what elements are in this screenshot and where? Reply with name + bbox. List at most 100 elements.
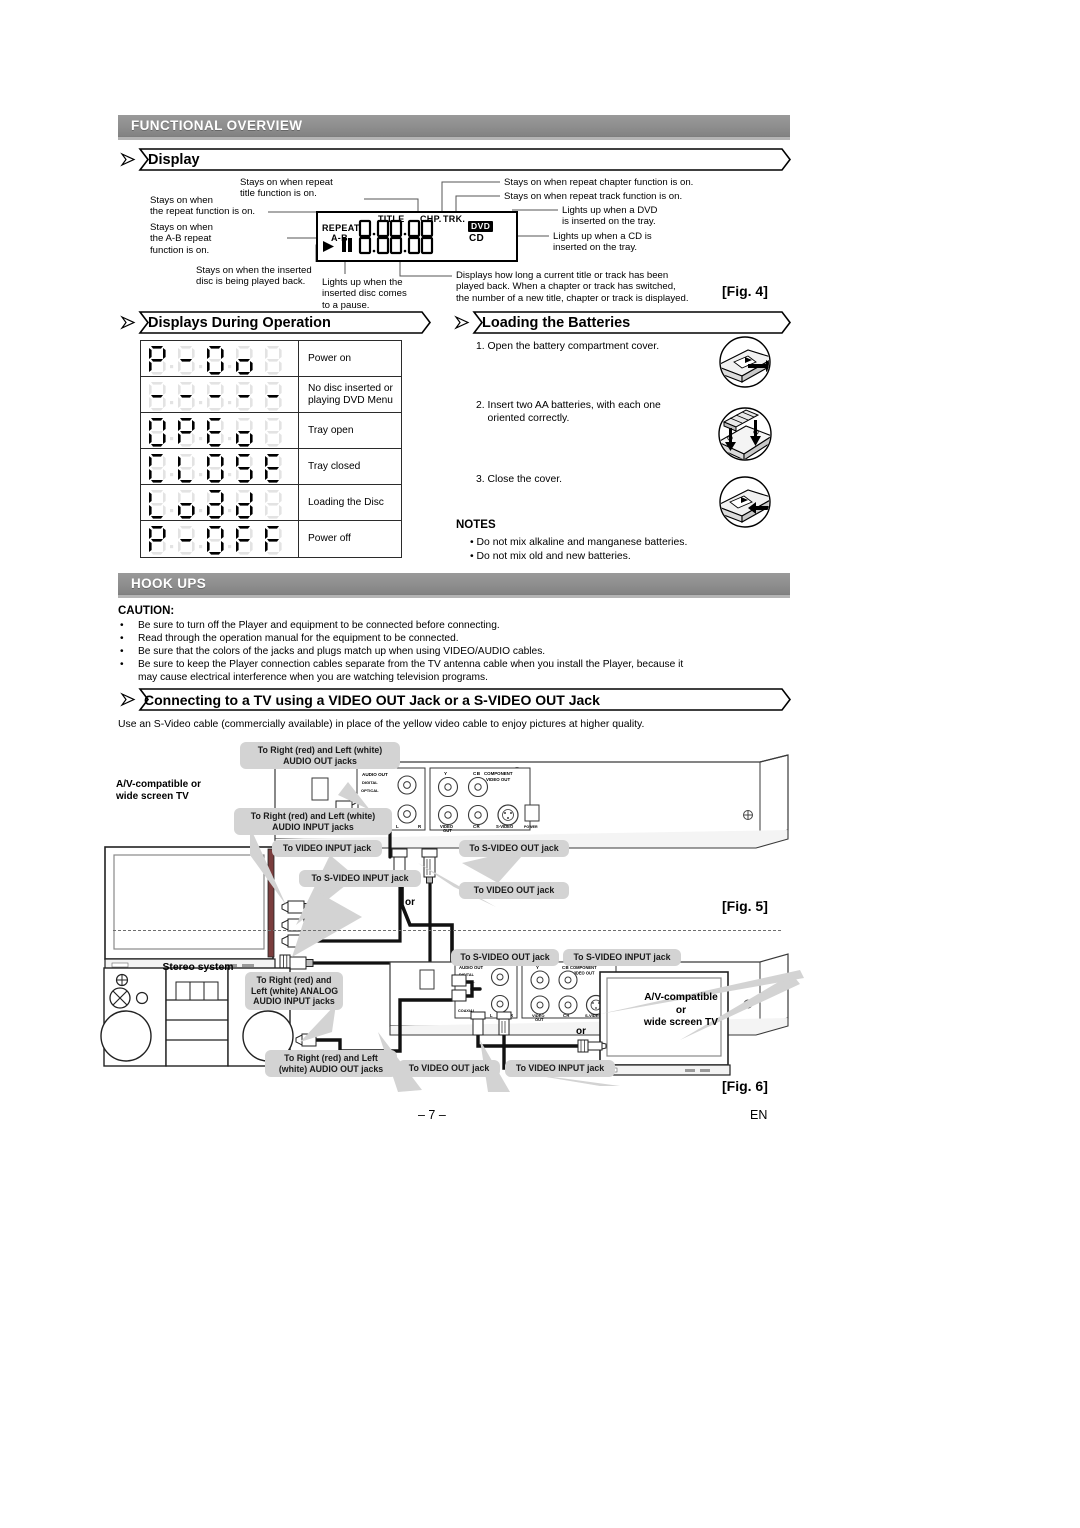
- callout-pause: Lights up when the inserted disc comes t…: [322, 277, 407, 311]
- figure-label-5: [Fig. 5]: [722, 898, 768, 914]
- fig5-callout-video-out: To VIDEO OUT jack: [459, 882, 569, 899]
- svg-text:C B: C B: [473, 771, 481, 776]
- manual-page: FUNCTIONAL OVERVIEW Display Stays on whe…: [0, 0, 1080, 1528]
- subheader-label: Loading the Batteries: [482, 314, 631, 331]
- fig6-callout-analog-audio-input: To Right (red) and Left (white) ANALOG A…: [245, 972, 343, 1010]
- fig5-callout-video-input: To VIDEO INPUT jack: [272, 840, 382, 857]
- subheader-label: Displays During Operation: [148, 314, 331, 331]
- svg-text:COMPONENT: COMPONENT: [484, 771, 513, 776]
- figure-separator: [113, 930, 781, 931]
- table-cell-label: Power off: [308, 533, 351, 544]
- svg-text:POWER: POWER: [524, 825, 538, 829]
- svg-text:C R: C R: [473, 824, 481, 829]
- caution-item-1: Be sure to turn off the Player and equip…: [138, 620, 500, 631]
- battery-illustration-insert-batteries: [718, 407, 772, 461]
- figure-label-4: [Fig. 4]: [722, 283, 768, 299]
- svg-text:Y: Y: [444, 771, 447, 776]
- fig5-callout-svideo-out: To S-VIDEO OUT jack: [459, 840, 569, 857]
- table-cell-label: No disc inserted or playing DVD Menu: [308, 382, 393, 406]
- svg-text:Y: Y: [536, 965, 539, 970]
- fig5-or-label: or: [405, 897, 415, 908]
- section-header-hook-ups: HOOK UPS: [118, 573, 790, 594]
- battery-step-2: 2. Insert two AA batteries, with each on…: [476, 400, 661, 424]
- display-time-digits: [358, 219, 434, 255]
- fig6-callout-audio-out: To Right (red) and Left (white) AUDIO OU…: [265, 1050, 397, 1078]
- caution-title: CAUTION:: [118, 605, 175, 617]
- table-cell-label: Power on: [308, 352, 352, 364]
- display-label-repeat: REPEAT: [322, 223, 360, 233]
- callout-ab-repeat: Stays on when the A-B repeat function is…: [150, 222, 213, 256]
- table-row: No disc inserted or playing DVD Menu: [141, 377, 401, 413]
- svg-text:AUDIO OUT: AUDIO OUT: [459, 965, 483, 970]
- battery-notes-title: NOTES: [456, 519, 496, 531]
- svg-text:S-VIDEO: S-VIDEO: [585, 1013, 601, 1018]
- bullet: •: [120, 646, 124, 657]
- subheader-displays-during-operation: Displays During Operation: [118, 310, 432, 335]
- section-header-functional-overview: FUNCTIONAL OVERVIEW: [118, 115, 790, 136]
- displays-during-operation-table: Power on No disc inserted or playing DVD…: [140, 340, 402, 558]
- segment-display-cell: [141, 521, 299, 557]
- battery-illustration-open-cover: [719, 336, 771, 388]
- fig6-callout-video-input: To VIDEO INPUT jack: [505, 1060, 615, 1077]
- page-language: EN: [750, 1108, 768, 1122]
- bullet: •: [120, 620, 124, 631]
- bullet: •: [120, 633, 124, 644]
- svg-text:COMPONENT: COMPONENT: [570, 965, 597, 970]
- svg-text:S-VIDEO: S-VIDEO: [496, 824, 514, 829]
- figure-label-6: [Fig. 6]: [722, 1078, 768, 1094]
- svg-text:L: L: [490, 1013, 493, 1018]
- svg-text:C B: C B: [562, 965, 569, 970]
- fig5-callout-audio-input: To Right (red) and Left (white) AUDIO IN…: [234, 808, 392, 836]
- segment-display-cell: [141, 449, 299, 484]
- callout-time-display: Displays how long a current title or tra…: [456, 270, 689, 304]
- subheader-loading-the-batteries: Loading the Batteries: [452, 310, 792, 335]
- bullet: •: [120, 659, 124, 670]
- page-number: – 7 –: [418, 1108, 446, 1122]
- seg7-load: [148, 489, 282, 519]
- svg-text:AUDIO OUT: AUDIO OUT: [362, 772, 388, 777]
- callout-repeat-track: Stays on when repeat track function is o…: [504, 191, 683, 202]
- table-row: Tray open: [141, 413, 401, 449]
- table-row: Loading the Disc: [141, 485, 401, 521]
- subheader-label: Display: [148, 151, 200, 168]
- seg7-p-off: [148, 526, 282, 555]
- table-cell-label: Loading the Disc: [308, 496, 384, 508]
- display-label-cd: CD: [469, 233, 485, 244]
- table-row: Power on: [141, 341, 401, 377]
- section-title: FUNCTIONAL OVERVIEW: [131, 118, 303, 133]
- figure-5-diagram: AUDIO OUT DIGITAL OPTICAL COAXIAL L R CO…: [104, 754, 789, 987]
- svg-text:DIGITAL: DIGITAL: [362, 780, 378, 785]
- fig6-callout-svideo-input: To S-VIDEO INPUT jack: [563, 949, 681, 966]
- battery-illustration-close-cover: [719, 476, 771, 528]
- callout-repeat-function: Stays on when the repeat function is on.: [150, 195, 256, 218]
- fig6-callout-svideo-out: To S-VIDEO OUT jack: [451, 949, 559, 966]
- section-title: HOOK UPS: [131, 576, 207, 591]
- segment-display-cell: [141, 485, 299, 520]
- battery-step-1: 1. Open the battery compartment cover.: [476, 341, 660, 352]
- section-header-underline: [118, 136, 790, 140]
- battery-note-2: • Do not mix old and new batteries.: [470, 551, 631, 562]
- display-label-dvd: DVD: [468, 221, 494, 232]
- seg7-open: [148, 417, 282, 447]
- battery-note-1: • Do not mix alkaline and manganese batt…: [470, 537, 688, 548]
- segment-display-cell: [141, 413, 299, 448]
- callout-dvd-inserted: Lights up when a DVD is inserted on the …: [562, 205, 658, 228]
- caution-item-2: Read through the operation manual for th…: [138, 633, 459, 644]
- battery-step-3: 3. Close the cover.: [476, 474, 563, 485]
- svg-text:VIDEO OUT: VIDEO OUT: [486, 777, 510, 782]
- table-row: Tray closed: [141, 449, 401, 485]
- seg7-p-on: [148, 345, 282, 375]
- fig6-or-label: or: [576, 1026, 586, 1037]
- pause-icon: [342, 238, 352, 252]
- svg-text:C R: C R: [563, 1013, 569, 1018]
- fig6-stereo-label: Stereo system: [162, 962, 234, 973]
- subheader-display: Display: [118, 147, 792, 172]
- section-header-underline: [118, 594, 790, 598]
- svg-text:OUT: OUT: [443, 828, 452, 833]
- callout-cd-inserted: Lights up when a CD is inserted on the t…: [553, 231, 652, 254]
- svg-text:OUT: OUT: [535, 1017, 544, 1022]
- callout-repeat-chapter: Stays on when repeat chapter function is…: [504, 177, 694, 188]
- segment-display-cell: [141, 341, 299, 376]
- callout-playing-back: Stays on when the inserted disc is being…: [196, 265, 312, 288]
- seg7-close: [148, 453, 282, 483]
